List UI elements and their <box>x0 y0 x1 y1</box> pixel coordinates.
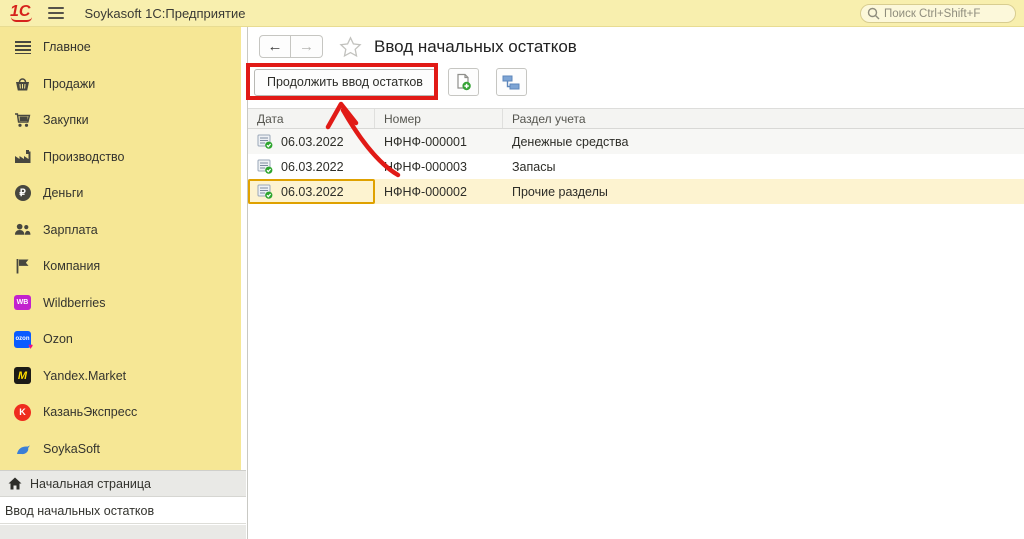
yandex-market-logo-icon: M <box>14 367 31 385</box>
posted-document-icon <box>257 134 273 149</box>
sidebar-item-label: Закупки <box>43 113 89 128</box>
window-header: ← → Ввод начальных остатков <box>259 35 577 58</box>
sidebar-item-label: Yandex.Market <box>43 368 127 383</box>
home-icon <box>8 477 22 490</box>
related-documents-button[interactable] <box>495 68 527 96</box>
sidebar-item-label: Деньги <box>43 186 84 201</box>
sidebar-item-label: Зарплата <box>43 222 98 237</box>
search-icon <box>867 7 880 20</box>
sidebar-item-kazanexpress[interactable]: K КазаньЭкспресс <box>0 394 241 431</box>
taskbar-empty-strip <box>0 525 246 539</box>
sidebar-item-soykasoft[interactable]: SoykaSoft <box>0 431 241 468</box>
main-content: ← → Ввод начальных остатков Продолжить в… <box>247 27 1024 539</box>
table-row[interactable]: 06.03.2022 НФНФ-000003 Запасы <box>248 154 1024 179</box>
cell-section: Запасы <box>512 159 556 174</box>
app-title: Soykasoft 1С:Предприятие <box>84 5 246 21</box>
column-header-section[interactable]: Раздел учета <box>503 109 1024 128</box>
structure-icon <box>502 74 520 91</box>
cell-number: НФНФ-000001 <box>384 134 467 149</box>
main-menu-icon[interactable] <box>48 7 65 19</box>
documents-table: Дата Номер Раздел учета 06.03.2022 НФНФ-… <box>248 108 1024 204</box>
sidebar-item-production[interactable]: Производство <box>0 139 241 176</box>
forward-button[interactable]: → <box>291 35 323 58</box>
sidebar-item-label: КазаньЭкспресс <box>43 405 138 420</box>
search-input[interactable] <box>884 7 1009 20</box>
sidebar-item-sales[interactable]: Продажи <box>0 66 241 103</box>
favorites-star-icon[interactable] <box>339 35 362 58</box>
sidebar-item-money[interactable]: ₽ Деньги <box>0 175 241 212</box>
home-page-tab[interactable]: Начальная страница <box>0 470 246 497</box>
global-search[interactable] <box>860 4 1016 23</box>
sidebar-item-ozon[interactable]: ozon ♥ Ozon <box>0 321 241 358</box>
sidebar-item-purchases[interactable]: Закупки <box>0 102 241 139</box>
sidebar-item-label: Wildberries <box>43 295 106 310</box>
cell-section: Денежные средства <box>512 134 629 149</box>
ozon-logo-icon: ozon ♥ <box>14 330 33 351</box>
sidebar-item-label: Ozon <box>43 332 73 347</box>
toolbar: Продолжить ввод остатков <box>254 68 527 96</box>
home-page-label: Начальная страница <box>30 476 151 491</box>
sidebar-item-label: Главное <box>43 40 91 55</box>
factory-icon <box>14 148 31 165</box>
sidebar-item-label: SoykaSoft <box>43 441 100 456</box>
back-button[interactable]: ← <box>259 35 291 58</box>
sidebar-item-wildberries[interactable]: WB Wildberries <box>0 285 241 322</box>
posted-document-icon <box>257 159 273 174</box>
cell-date: 06.03.2022 <box>281 134 344 149</box>
posted-document-icon <box>257 184 273 199</box>
new-document-icon <box>454 73 472 91</box>
focused-cell[interactable]: 06.03.2022 <box>248 179 375 204</box>
column-header-date[interactable]: Дата <box>248 109 375 128</box>
table-header-row: Дата Номер Раздел учета <box>248 108 1024 129</box>
cart-icon <box>14 112 31 129</box>
table-row-selected[interactable]: 06.03.2022 НФНФ-000002 Прочие разделы <box>248 179 1024 204</box>
sections-panel: Главное Продажи Закупки Производство ₽ Д… <box>0 27 241 470</box>
column-header-number[interactable]: Номер <box>375 109 503 128</box>
cell-number: НФНФ-000002 <box>384 184 467 199</box>
cell-date: 06.03.2022 <box>281 184 344 199</box>
sidebar-item-company[interactable]: Компания <box>0 248 241 285</box>
sidebar-item-main[interactable]: Главное <box>0 29 241 66</box>
continue-entry-button[interactable]: Продолжить ввод остатков <box>254 68 436 96</box>
flag-icon <box>14 258 31 275</box>
cell-number: НФНФ-000003 <box>384 159 467 174</box>
basket-icon <box>14 75 31 92</box>
ruble-icon: ₽ <box>14 185 31 202</box>
top-bar: 1С Soykasoft 1С:Предприятие <box>0 0 1024 27</box>
wildberries-logo-icon: WB <box>14 294 31 311</box>
sidebar-item-salary[interactable]: Зарплата <box>0 212 241 249</box>
sidebar-item-label: Компания <box>43 259 101 274</box>
sidebar-item-label: Продажи <box>43 76 96 91</box>
bird-logo-icon <box>14 440 31 457</box>
1c-logo: 1С <box>10 3 33 22</box>
menu-lines-icon <box>14 39 31 56</box>
create-document-button[interactable] <box>447 68 479 96</box>
table-row[interactable]: 06.03.2022 НФНФ-000001 Денежные средства <box>248 129 1024 154</box>
open-window-tab[interactable]: Ввод начальных остатков <box>0 498 246 524</box>
open-window-label: Ввод начальных остатков <box>5 503 155 518</box>
cell-date: 06.03.2022 <box>281 159 344 174</box>
sidebar-item-yandex-market[interactable]: M Yandex.Market <box>0 358 241 395</box>
sidebar-item-label: Производство <box>43 149 125 164</box>
people-icon <box>14 221 31 238</box>
page-title: Ввод начальных остатков <box>374 36 577 56</box>
kazanexpress-logo-icon: K <box>14 403 31 421</box>
cell-section: Прочие разделы <box>512 184 608 199</box>
